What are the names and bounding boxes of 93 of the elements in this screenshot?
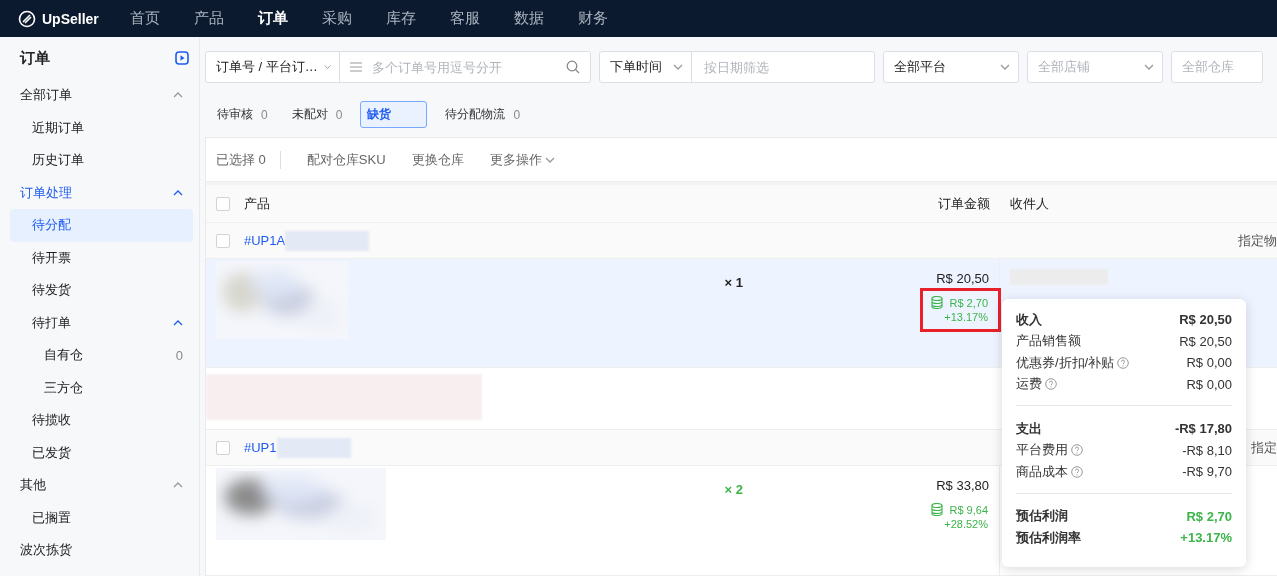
sidebar-item[interactable]: 待发货 (10, 274, 193, 307)
nav-item[interactable]: 采购 (322, 9, 386, 28)
column-header: 产品 (244, 194, 270, 213)
profit-rate: +13.17% (944, 311, 988, 323)
nav-item[interactable]: 客服 (450, 9, 514, 28)
logo-text: UpSeller (42, 10, 99, 27)
popover-label: 收入 (1016, 310, 1042, 329)
popover-label: 优惠券/折扣/补贴 (1016, 353, 1130, 372)
popover-value: R$ 2,70 (1186, 508, 1232, 524)
date-field[interactable]: 下单时间 按日期筛选 (599, 51, 875, 83)
status-tab[interactable]: 缺货 (360, 101, 428, 128)
profit-rate: +28.52% (944, 518, 988, 530)
popover-value: -R$ 17,80 (1174, 421, 1232, 437)
popover-label: 商品成本 (1016, 462, 1083, 481)
popover-value: R$ 0,00 (1186, 376, 1232, 392)
item-count: 0 (175, 347, 183, 363)
search-input[interactable]: 多个订单号用逗号分开 (370, 58, 558, 76)
coins-icon (931, 503, 944, 516)
sidebar-item[interactable]: 自有仓 0 (10, 339, 193, 372)
column-header: 订单金额 (938, 195, 990, 211)
sidebar-item[interactable]: 待揽收 (10, 404, 193, 437)
toolbar-button[interactable]: 更换仓库 (411, 150, 464, 169)
search-field[interactable]: 订单号 / 平台订… 多个订单号用逗号分开 (205, 51, 591, 83)
chevron-down-icon (673, 64, 683, 70)
action-link[interactable]: 指定物 (1238, 231, 1277, 250)
checkbox[interactable] (216, 440, 230, 455)
time-type-select[interactable]: 下单时间 (600, 52, 692, 82)
sidebar-item[interactable]: 已发货 (10, 436, 193, 469)
popover-value: +13.17% (1180, 530, 1232, 546)
help-icon (1117, 356, 1130, 369)
chevron-down-icon (1144, 64, 1154, 70)
profit-amount: R$ 9,64 (949, 503, 988, 516)
nav-item[interactable]: 首页 (130, 9, 194, 28)
checkbox[interactable] (216, 196, 230, 211)
status-tab[interactable]: 未配对 0 (285, 101, 349, 128)
order-amount: R$ 33,80 (936, 478, 989, 493)
popover-value: R$ 20,50 (1179, 312, 1232, 328)
popover-value: R$ 20,50 (1179, 333, 1232, 349)
list-icon (350, 62, 362, 72)
sidebar-item[interactable]: 待开票 (10, 241, 193, 274)
help-icon (1071, 444, 1083, 457)
sidebar-title: 订单 (20, 48, 50, 68)
profit-amount: R$ 2,70 (949, 296, 988, 309)
sidebar-item[interactable]: 波次拣货 (10, 534, 193, 567)
play-icon[interactable] (175, 51, 189, 65)
search-type-select[interactable]: 订单号 / 平台订… (206, 52, 340, 82)
nav-item[interactable]: 财务 (578, 9, 642, 28)
sidebar-item[interactable]: 全部订单 (10, 79, 193, 112)
popover-label: 产品销售额 (1016, 332, 1081, 351)
help-icon (1071, 465, 1083, 478)
coins-icon (931, 296, 944, 309)
nav-item[interactable]: 库存 (386, 9, 450, 28)
selected-count: 已选择 0 (216, 150, 281, 169)
sidebar-item[interactable]: 待分配 (10, 209, 193, 242)
status-tab[interactable]: 待审核 0 (211, 101, 274, 128)
quantity: × 1 (724, 275, 743, 292)
popover-label: 预估利润率 (1016, 528, 1081, 547)
order-id-link[interactable]: #UP1 (244, 440, 277, 455)
action-link[interactable]: 指定 (1251, 438, 1277, 457)
logo-icon (18, 9, 36, 28)
sidebar-item[interactable]: 三方仓 (10, 371, 193, 404)
column-header: 收件人 (1010, 194, 1049, 213)
tab-count: 0 (513, 107, 521, 122)
order-amount: R$ 20,50 (936, 271, 989, 286)
order-id-link[interactable]: #UP1A (244, 233, 286, 248)
popover-label: 运费 (1016, 375, 1057, 394)
toolbar-button[interactable]: 配对仓库SKU (306, 150, 386, 169)
sidebar-item[interactable]: 待打单 (10, 306, 193, 339)
checkbox[interactable] (216, 233, 230, 248)
nav-item[interactable]: 订单 (258, 9, 322, 28)
search-icon (566, 60, 580, 74)
popover-value: -R$ 8,10 (1182, 442, 1232, 458)
sidebar-item[interactable]: 已搁置 (10, 501, 193, 534)
tab-count: 0 (261, 107, 268, 122)
nav-item[interactable]: 产品 (194, 9, 258, 28)
status-tab[interactable]: 待分配物流 0 (439, 101, 527, 128)
popover-value: R$ 0,00 (1186, 355, 1232, 371)
popover-value: -R$ 9,70 (1182, 464, 1232, 480)
toolbar-button[interactable]: 更多操作 (489, 150, 555, 169)
tab-count: 0 (335, 107, 343, 122)
help-icon (1045, 378, 1057, 391)
chevron-down-icon (1000, 64, 1010, 70)
sidebar-item[interactable]: 其他 (10, 469, 193, 502)
platform-select[interactable]: 全部平台 (883, 51, 1019, 83)
chevron-down-icon (323, 64, 331, 70)
sidebar-item[interactable]: 历史订单 (10, 144, 193, 177)
sidebar-item[interactable]: 近期订单 (10, 111, 193, 144)
popover-label: 平台费用 (1016, 441, 1083, 460)
sidebar-item[interactable]: 订单处理 (10, 176, 193, 209)
popover-label: 预估利润 (1016, 507, 1068, 526)
nav-item[interactable]: 数据 (514, 9, 578, 28)
popover-label: 支出 (1016, 419, 1042, 438)
quantity: × 2 (724, 482, 743, 499)
